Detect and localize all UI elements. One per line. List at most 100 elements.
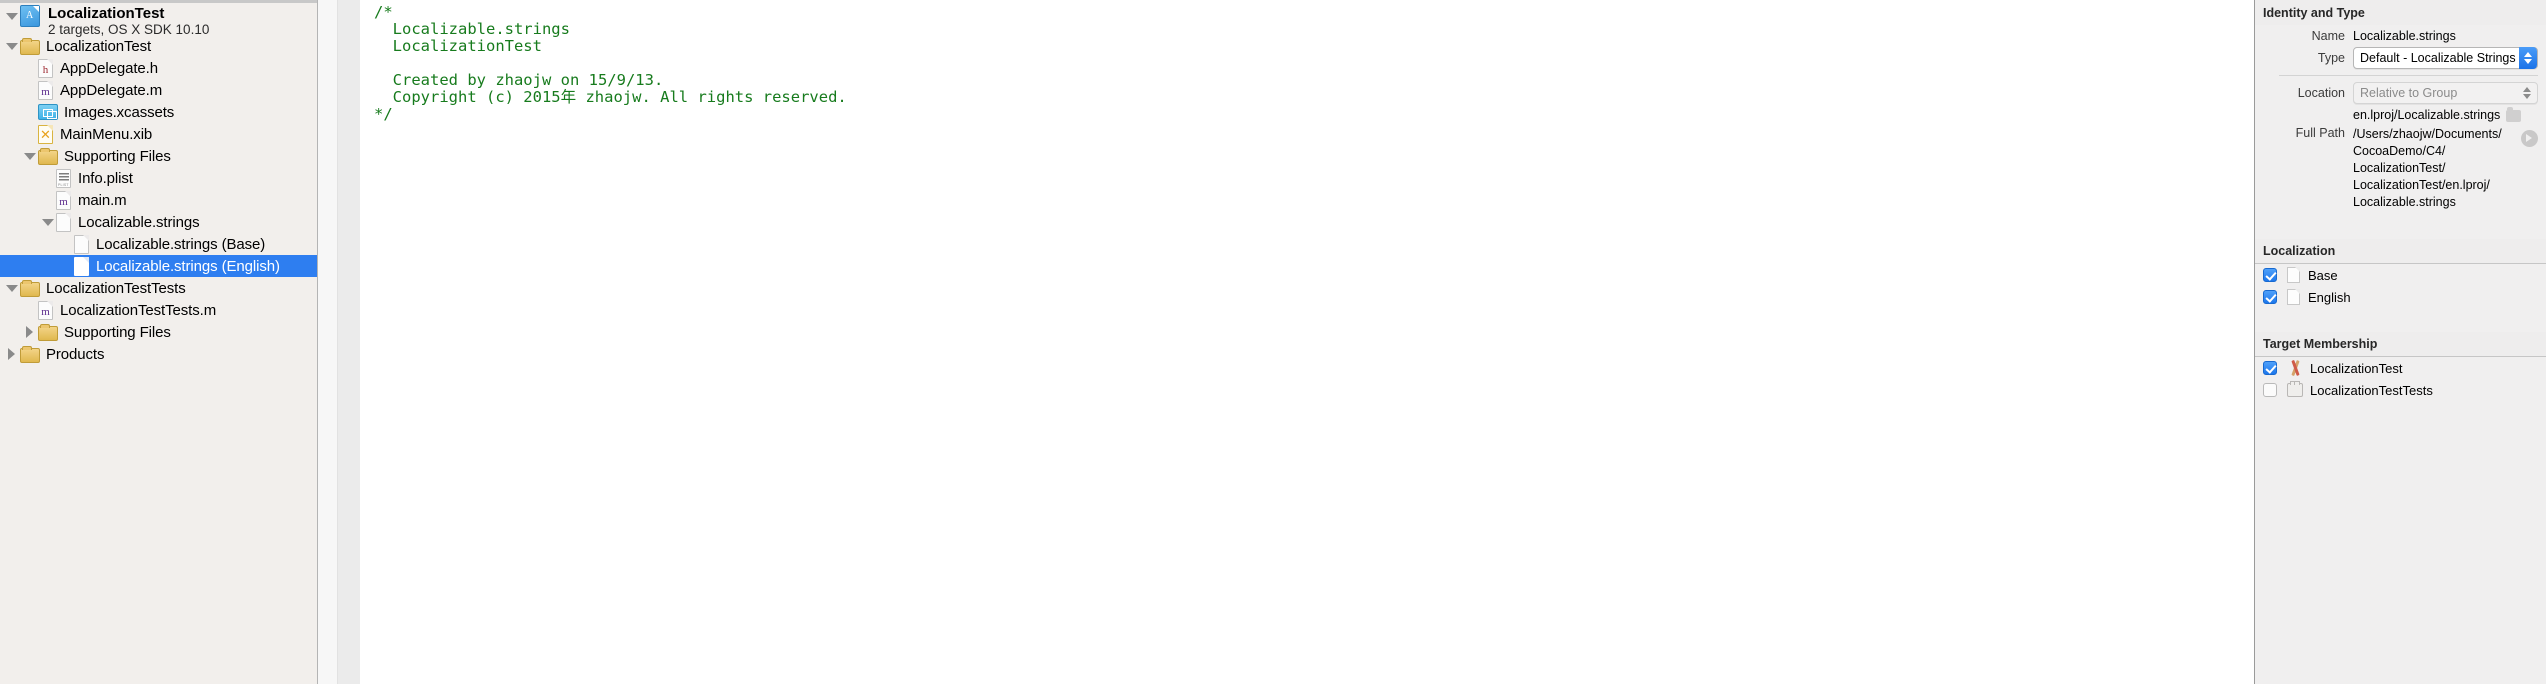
strings-file-icon: [74, 234, 89, 254]
navigator-row-label: MainMenu.xib: [60, 125, 153, 143]
disclosure-spacer: [58, 255, 74, 277]
location-value: Relative to Group: [2360, 86, 2458, 100]
code-line: */: [374, 105, 393, 123]
target-membership-list[interactable]: LocalizationTest LocalizationTestTests: [2255, 357, 2546, 401]
navigator-row[interactable]: m AppDelegate.m: [0, 79, 317, 101]
full-path-line: /Users/zhaojw/Documents/: [2353, 127, 2502, 141]
localization-row[interactable]: Base: [2255, 264, 2546, 286]
localization-header: Localization: [2255, 239, 2546, 264]
target-membership-row[interactable]: LocalizationTestTests: [2255, 379, 2546, 401]
checkbox[interactable]: [2263, 290, 2277, 304]
localization-row[interactable]: English: [2255, 286, 2546, 308]
folder-icon: [20, 279, 40, 297]
chevron-updown-icon[interactable]: [2519, 47, 2537, 69]
file-inspector[interactable]: Identity and Type Name Localizable.strin…: [2254, 0, 2546, 684]
chevron-updown-icon[interactable]: [2523, 87, 2531, 99]
editor-gutter: [338, 0, 360, 684]
navigator-row[interactable]: Localizable.strings: [0, 211, 317, 233]
code-line: Copyright (c) 2015年 zhaojw. All rights r…: [374, 88, 847, 106]
code-line: Localizable.strings: [374, 20, 570, 38]
project-navigator[interactable]: LocalizationTest 2 targets, OS X SDK 10.…: [0, 0, 318, 684]
navigator-row[interactable]: h AppDelegate.h: [0, 57, 317, 79]
full-path-row: Full Path /Users/zhaojw/Documents/CocoaD…: [2255, 126, 2546, 211]
test-target-icon: [2287, 381, 2303, 397]
checkbox[interactable]: [2263, 268, 2277, 282]
relative-path-value: en.lproj/Localizable.strings: [2353, 108, 2501, 122]
inspector-divider: [2279, 75, 2538, 76]
full-path-line: LocalizationTest/: [2353, 161, 2446, 175]
checkbox[interactable]: [2263, 361, 2277, 375]
xcode-project-icon: [20, 5, 40, 27]
objc-file-icon: m: [38, 300, 53, 320]
navigator-row[interactable]: m main.m: [0, 189, 317, 211]
target-membership-row[interactable]: LocalizationTest: [2255, 357, 2546, 379]
reveal-in-finder-arrow-icon[interactable]: [2521, 130, 2538, 147]
disclosure-spacer: [22, 101, 38, 123]
navigator-row-label: Products: [46, 345, 105, 363]
navigator-row-label: Localizable.strings (Base): [96, 235, 266, 253]
navigator-project-root[interactable]: LocalizationTest 2 targets, OS X SDK 10.…: [0, 3, 317, 37]
source-code-text[interactable]: /* Localizable.strings LocalizationTest …: [360, 0, 2254, 684]
disclosure-spacer: [40, 189, 56, 211]
identity-section-spacer: [2255, 211, 2546, 239]
navigator-row-label: main.m: [78, 191, 127, 209]
disclosure-spacer: [22, 79, 38, 101]
localization-section-spacer: [2255, 308, 2546, 332]
navigator-row[interactable]: Supporting Files: [0, 321, 317, 343]
navigator-row[interactable]: Products: [0, 343, 317, 365]
navigator-row[interactable]: Images.xcassets: [0, 101, 317, 123]
navigator-file-tree[interactable]: LocalizationTest h AppDelegate.h m AppDelega…: [0, 33, 317, 365]
navigator-row[interactable]: ✕ MainMenu.xib: [0, 123, 317, 145]
type-field-row[interactable]: Type Default - Localizable Strings: [2255, 47, 2546, 69]
folder-icon[interactable]: [2506, 107, 2522, 122]
target-label: LocalizationTest: [2310, 360, 2403, 376]
navigator-row[interactable]: LocalizationTestTests: [0, 277, 317, 299]
navigator-row[interactable]: Localizable.strings (Base): [0, 233, 317, 255]
disclosure-triangle-icon[interactable]: [22, 321, 38, 343]
disclosure-triangle-icon[interactable]: [4, 343, 20, 365]
disclosure-triangle-icon[interactable]: [22, 145, 38, 167]
disclosure-spacer: [22, 123, 38, 145]
full-path-line: LocalizationTest/en.lproj/: [2353, 178, 2490, 192]
disclosure-triangle-icon[interactable]: [4, 5, 20, 27]
navigator-row-label: AppDelegate.m: [60, 81, 163, 99]
code-line: /*: [374, 3, 393, 21]
location-field-row[interactable]: Location Relative to Group: [2255, 82, 2546, 104]
navigator-row[interactable]: Supporting Files: [0, 145, 317, 167]
header-file-icon: h: [38, 58, 53, 78]
assets-icon: [38, 104, 58, 120]
objc-file-icon: m: [56, 190, 71, 210]
disclosure-triangle-icon[interactable]: [4, 35, 20, 57]
disclosure-spacer: [40, 167, 56, 189]
navigator-row[interactable]: LocalizationTest: [0, 35, 317, 57]
name-value: Localizable.strings: [2353, 29, 2456, 43]
strings-file-icon: [74, 256, 89, 276]
disclosure-triangle-icon[interactable]: [40, 211, 56, 233]
objc-file-icon: m: [38, 80, 53, 100]
target-membership-header: Target Membership: [2255, 332, 2546, 357]
navigator-row-label: Images.xcassets: [64, 103, 175, 121]
folder-icon: [20, 345, 40, 363]
relative-path-row: en.lproj/Localizable.strings: [2255, 107, 2546, 122]
target-label: LocalizationTestTests: [2310, 382, 2433, 398]
navigator-row-label: Localizable.strings: [78, 213, 200, 231]
localization-list[interactable]: Base English: [2255, 264, 2546, 308]
navigator-row-label: AppDelegate.h: [60, 59, 158, 77]
navigator-row[interactable]: Localizable.strings (English): [0, 255, 317, 277]
disclosure-triangle-icon[interactable]: [4, 277, 20, 299]
navigator-row-label: LocalizationTest: [46, 37, 152, 55]
navigator-row[interactable]: m LocalizationTestTests.m: [0, 299, 317, 321]
checkbox[interactable]: [2263, 383, 2277, 397]
navigator-row[interactable]: PLIST Info.plist: [0, 167, 317, 189]
location-dropdown[interactable]: Relative to Group: [2353, 82, 2538, 104]
navigator-row-label: LocalizationTestTests: [46, 279, 186, 297]
full-path-line: Localizable.strings: [2353, 195, 2456, 209]
type-dropdown[interactable]: Default - Localizable Strings: [2353, 47, 2538, 69]
plist-icon: PLIST: [56, 168, 71, 188]
disclosure-spacer: [22, 57, 38, 79]
location-label: Location: [2297, 86, 2345, 100]
app-target-icon: [2287, 360, 2303, 376]
folder-icon: [38, 147, 58, 165]
type-label: Type: [2317, 51, 2345, 65]
navigator-row-label: Supporting Files: [64, 147, 171, 165]
